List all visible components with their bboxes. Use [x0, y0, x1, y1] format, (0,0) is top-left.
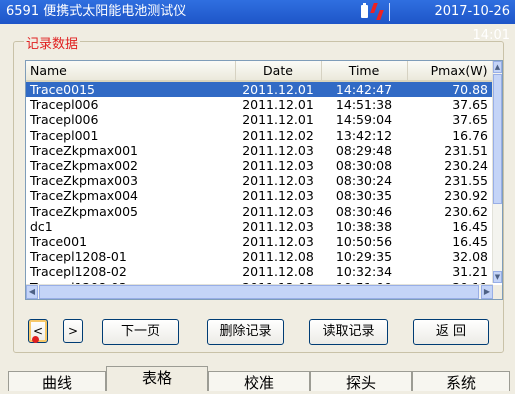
table-row[interactable]: Tracepl1208-02 2011.12.08 10:32:34 31.21: [26, 264, 492, 279]
tab-probe[interactable]: 探头: [310, 371, 412, 392]
tab-curve[interactable]: 曲线: [8, 371, 106, 392]
cell-time: 10:38:38: [335, 218, 393, 234]
table-row[interactable]: Trace001 2011.12.03 10:50:56 16.45: [26, 234, 492, 249]
cell-pmax: 37.65: [452, 97, 488, 113]
cell-name: Tracepl006: [30, 112, 99, 128]
cell-pmax: 231.55: [444, 173, 488, 189]
app-title: 6591 便携式太阳能电池测试仪: [6, 4, 187, 19]
tab-calibration[interactable]: 校准: [208, 371, 310, 392]
table-row[interactable]: TraceZkpmax005 2011.12.03 08:30:46 230.62: [26, 204, 492, 219]
table-row[interactable]: Tracepl006 2011.12.01 14:59:04 37.65: [26, 112, 492, 127]
horizontal-scroll-thumb[interactable]: [39, 285, 479, 299]
next-page-button[interactable]: 下一页: [102, 319, 179, 345]
cell-date: 2011.12.01: [242, 97, 314, 113]
cell-date: 2011.12.03: [242, 233, 314, 249]
cell-pmax: 231.51: [444, 142, 488, 158]
cell-pmax: 70.88: [407, 81, 492, 98]
table-row[interactable]: TraceZkpmax001 2011.12.03 08:29:48 231.51: [26, 143, 492, 158]
cell-name: dc1: [30, 218, 53, 234]
table-row[interactable]: Trace0015 2011.12.01 14:42:47 70.88: [26, 81, 492, 98]
cell-time: 08:30:35: [335, 188, 393, 204]
cell-time: 10:32:34: [335, 264, 393, 280]
scroll-down-icon[interactable]: ▼: [493, 271, 502, 283]
cell-name: Tracepl1208-01: [30, 249, 127, 265]
bottom-tab-bar: 曲线 表格 校准 探头 系统: [0, 366, 515, 392]
column-header-time[interactable]: Time: [321, 61, 408, 82]
cell-pmax: 32.08: [452, 249, 488, 265]
vertical-scroll-thumb[interactable]: [493, 74, 502, 204]
read-record-button[interactable]: 读取记录: [309, 319, 388, 345]
scroll-left-icon[interactable]: ◀: [26, 285, 38, 299]
cell-name: TraceZkpmax002: [30, 158, 138, 174]
records-table: Name Date Time Pmax(W) Trace0015 2011.12.…: [26, 61, 493, 295]
cell-name: TraceZkpmax005: [30, 203, 138, 219]
title-separator: [389, 3, 390, 21]
cell-date: 2011.12.03: [242, 218, 314, 234]
table-row[interactable]: Tracepl001 2011.12.02 13:42:12 16.76: [26, 128, 492, 143]
scroll-right-icon[interactable]: ▶: [481, 285, 493, 299]
cell-date: 2011.12.03: [242, 173, 314, 189]
cell-pmax: 31.21: [452, 264, 488, 280]
cell-time: 14:59:04: [335, 112, 393, 128]
delete-record-button[interactable]: 删除记录: [207, 319, 284, 345]
cell-time: 14:51:38: [335, 97, 393, 113]
column-header-pmax[interactable]: Pmax(W): [407, 61, 493, 82]
table-row[interactable]: dc1 2011.12.03 10:38:38 16.45: [26, 219, 492, 234]
cell-time: 08:30:24: [335, 173, 393, 189]
scroll-up-icon[interactable]: ▲: [493, 61, 502, 73]
cell-date: 2011.12.08: [242, 249, 314, 265]
next-record-button[interactable]: >: [63, 319, 83, 343]
cell-time: 13:42:12: [335, 127, 393, 143]
cell-name: TraceZkpmax001: [30, 142, 138, 158]
cell-name: TraceZkpmax003: [30, 173, 138, 189]
column-header-name[interactable]: Name: [26, 61, 236, 82]
cell-pmax: 230.92: [444, 188, 488, 204]
cell-time: 14:42:47: [321, 81, 407, 98]
table-header-row: Name Date Time Pmax(W): [26, 61, 493, 82]
title-bar: 6591 便携式太阳能电池测试仪 2017-10-26 14:01: [0, 0, 515, 43]
cell-name: Trace001: [30, 233, 88, 249]
cell-name: Trace0015: [26, 81, 235, 98]
table-row[interactable]: TraceZkpmax002 2011.12.03 08:30:08 230.24: [26, 158, 492, 173]
horizontal-scrollbar[interactable]: ◀ ▶: [26, 284, 493, 299]
cell-time: 08:30:08: [335, 158, 393, 174]
table-row[interactable]: TraceZkpmax003 2011.12.03 08:30:24 231.55: [26, 173, 492, 188]
cell-date: 2011.12.08: [242, 264, 314, 280]
table-row[interactable]: TraceZkpmax004 2011.12.03 08:30:35 230.92: [26, 188, 492, 203]
tab-table[interactable]: 表格: [106, 366, 208, 391]
cell-time: 08:29:48: [335, 142, 393, 158]
back-button[interactable]: 返 回: [413, 319, 489, 345]
vertical-scrollbar[interactable]: ▲ ▼: [492, 61, 502, 283]
tab-system[interactable]: 系统: [412, 371, 510, 392]
cell-time: 08:30:46: [335, 203, 393, 219]
cell-name: TraceZkpmax004: [30, 188, 138, 204]
cell-pmax: 16.45: [452, 233, 488, 249]
cell-date: 2011.12.03: [242, 158, 314, 174]
cell-pmax: 230.24: [444, 158, 488, 174]
cell-date: 2011.12.02: [242, 127, 314, 143]
cell-name: Tracepl1208-02: [30, 264, 127, 280]
cell-pmax: 230.62: [444, 203, 488, 219]
column-header-date[interactable]: Date: [235, 61, 322, 82]
cell-date: 2011.12.01: [235, 81, 321, 98]
records-list[interactable]: Name Date Time Pmax(W) Trace0015 2011.12.…: [25, 60, 503, 300]
cell-date: 2011.12.03: [242, 203, 314, 219]
cell-pmax: 16.76: [452, 127, 488, 143]
cell-name: Tracepl006: [30, 97, 99, 113]
cell-date: 2011.12.03: [242, 188, 314, 204]
size-grip: [493, 285, 502, 299]
cell-name: Tracepl001: [30, 127, 99, 143]
cell-pmax: 37.65: [452, 112, 488, 128]
cell-time: 10:29:35: [335, 249, 393, 265]
battery-icon: [361, 3, 368, 18]
cell-time: 10:50:56: [335, 233, 393, 249]
record-indicator-dot: [32, 336, 39, 343]
power-plug-icon: [370, 3, 384, 20]
cell-date: 2011.12.01: [242, 112, 314, 128]
records-group-label: 记录数据: [24, 33, 81, 52]
table-row[interactable]: Tracepl006 2011.12.01 14:51:38 37.65: [26, 97, 492, 112]
cell-pmax: 16.45: [452, 218, 488, 234]
cell-date: 2011.12.03: [242, 142, 314, 158]
table-row[interactable]: Tracepl1208-01 2011.12.08 10:29:35 32.08: [26, 249, 492, 264]
